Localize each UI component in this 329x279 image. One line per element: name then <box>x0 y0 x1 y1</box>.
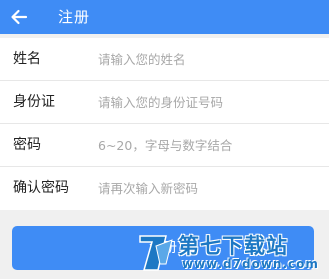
confirm-password-label: 确认密码 <box>13 180 69 196</box>
id-card-label: 身份证 <box>13 94 55 110</box>
back-arrow-icon <box>11 9 28 25</box>
page-title: 注册 <box>58 8 91 26</box>
form-row-name: 姓名 <box>0 38 329 81</box>
password-label: 密码 <box>13 137 41 153</box>
app-bar: 注册 <box>0 0 329 34</box>
confirm-password-input[interactable] <box>98 177 316 199</box>
name-label: 姓名 <box>13 51 41 67</box>
form-row-confirm-password: 确认密码 <box>0 167 329 210</box>
register-form: 姓名 身份证 密码 确认密码 <box>0 38 329 210</box>
register-button[interactable]: 注册 <box>12 226 314 270</box>
form-row-id-card: 身份证 <box>0 81 329 124</box>
name-input[interactable] <box>98 48 316 70</box>
password-input[interactable] <box>98 134 316 156</box>
form-row-password: 密码 <box>0 124 329 167</box>
back-button[interactable] <box>6 4 32 30</box>
id-card-input[interactable] <box>98 91 316 113</box>
